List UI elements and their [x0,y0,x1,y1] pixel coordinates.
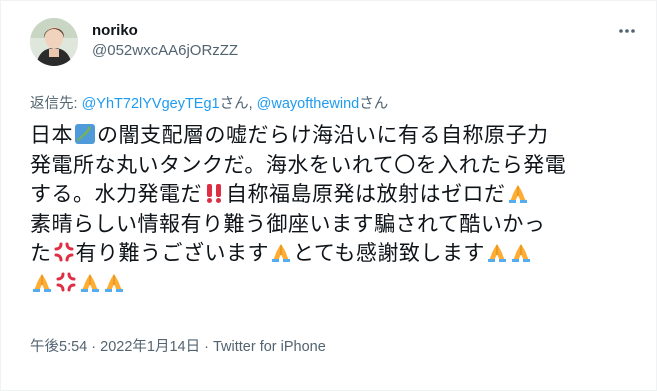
avatar[interactable] [30,18,78,66]
user-info: noriko @052wxcAA6jORzZZ [92,22,238,61]
display-name[interactable]: noriko [92,22,238,40]
text-segment: 有り難うございます [75,241,269,265]
tweet-line-6 [30,269,650,299]
mention-link-1[interactable]: @YhT72lYVgeyTEg1 [82,96,220,112]
text-segment: 発電所な丸いタンクだ。海水をいれて〇を入れたら発電 [30,152,567,177]
meta-separator: · [87,339,101,355]
tweet-date[interactable]: 2022年1月14日 [100,339,200,355]
tweet-line-1: 日本 の闇支配層の嘘だらけ海沿いに有る自称原子力 [30,121,650,151]
more-dots-icon [619,29,635,33]
folded-hands-icon [103,271,125,293]
double-exclamation-icon [203,182,225,204]
more-options-button[interactable] [616,20,638,42]
text-segment: 素晴らしい情報有り難う御座います騙されて酷いかっ [30,211,546,236]
folded-hands-icon [31,271,53,293]
tweet-line-2: 発電所な丸いタンクだ。海水をいれて〇を入れたら発電 [30,151,650,181]
meta-separator: · [200,339,213,355]
avatar-image [30,18,78,66]
tweet-meta: 午後5:54 · 2022年1月14日 · Twitter for iPhone [30,335,326,356]
tweet-card: noriko @052wxcAA6jORzZZ 返信先: @YhT72lYVge… [0,0,657,391]
tweet-line-5: た有り難うございます とても感謝致します [30,239,650,269]
reply-prefix: 返信先: [30,96,82,112]
folded-hands-icon [507,182,529,204]
folded-hands-icon [510,241,532,263]
reply-suffix-2: さん [359,96,389,112]
tweet-line-4: 素晴らしい情報有り難う御座います騙されて酷いかっ [30,210,650,240]
mention-link-2[interactable]: @wayofthewind [257,96,360,112]
tweet-line-3: する。水力発電だ 自称福島原発は放射はゼロだ [30,180,650,210]
text-segment: とても感謝致します [293,241,485,265]
folded-hands-icon [270,241,292,263]
replying-to: 返信先: @YhT72lYVgeyTEg1さん, @wayofthewindさん [30,92,388,113]
folded-hands-icon [486,241,508,263]
text-segment: 日本 [30,123,73,147]
text-segment: する。水力発電だ [30,182,202,206]
text-segment: た [30,241,52,265]
anger-symbol-icon [53,241,75,263]
tweet-text: 日本 の闇支配層の嘘だらけ海沿いに有る自称原子力 発電所な丸いタンクだ。海水をいれ… [30,121,650,298]
tweet-time[interactable]: 午後5:54 [30,339,87,355]
user-handle[interactable]: @052wxcAA6jORzZZ [92,41,238,61]
anger-symbol-icon [55,271,77,293]
folded-hands-icon [79,271,101,293]
tweet-source[interactable]: Twitter for iPhone [213,339,326,355]
reply-suffix-1: さん, [219,96,257,112]
text-segment: の闇支配層の嘘だらけ海沿いに有る自称原子力 [97,123,549,147]
text-segment: 自称福島原発は放射はゼロだ [226,182,506,206]
japan-map-icon [74,123,96,145]
